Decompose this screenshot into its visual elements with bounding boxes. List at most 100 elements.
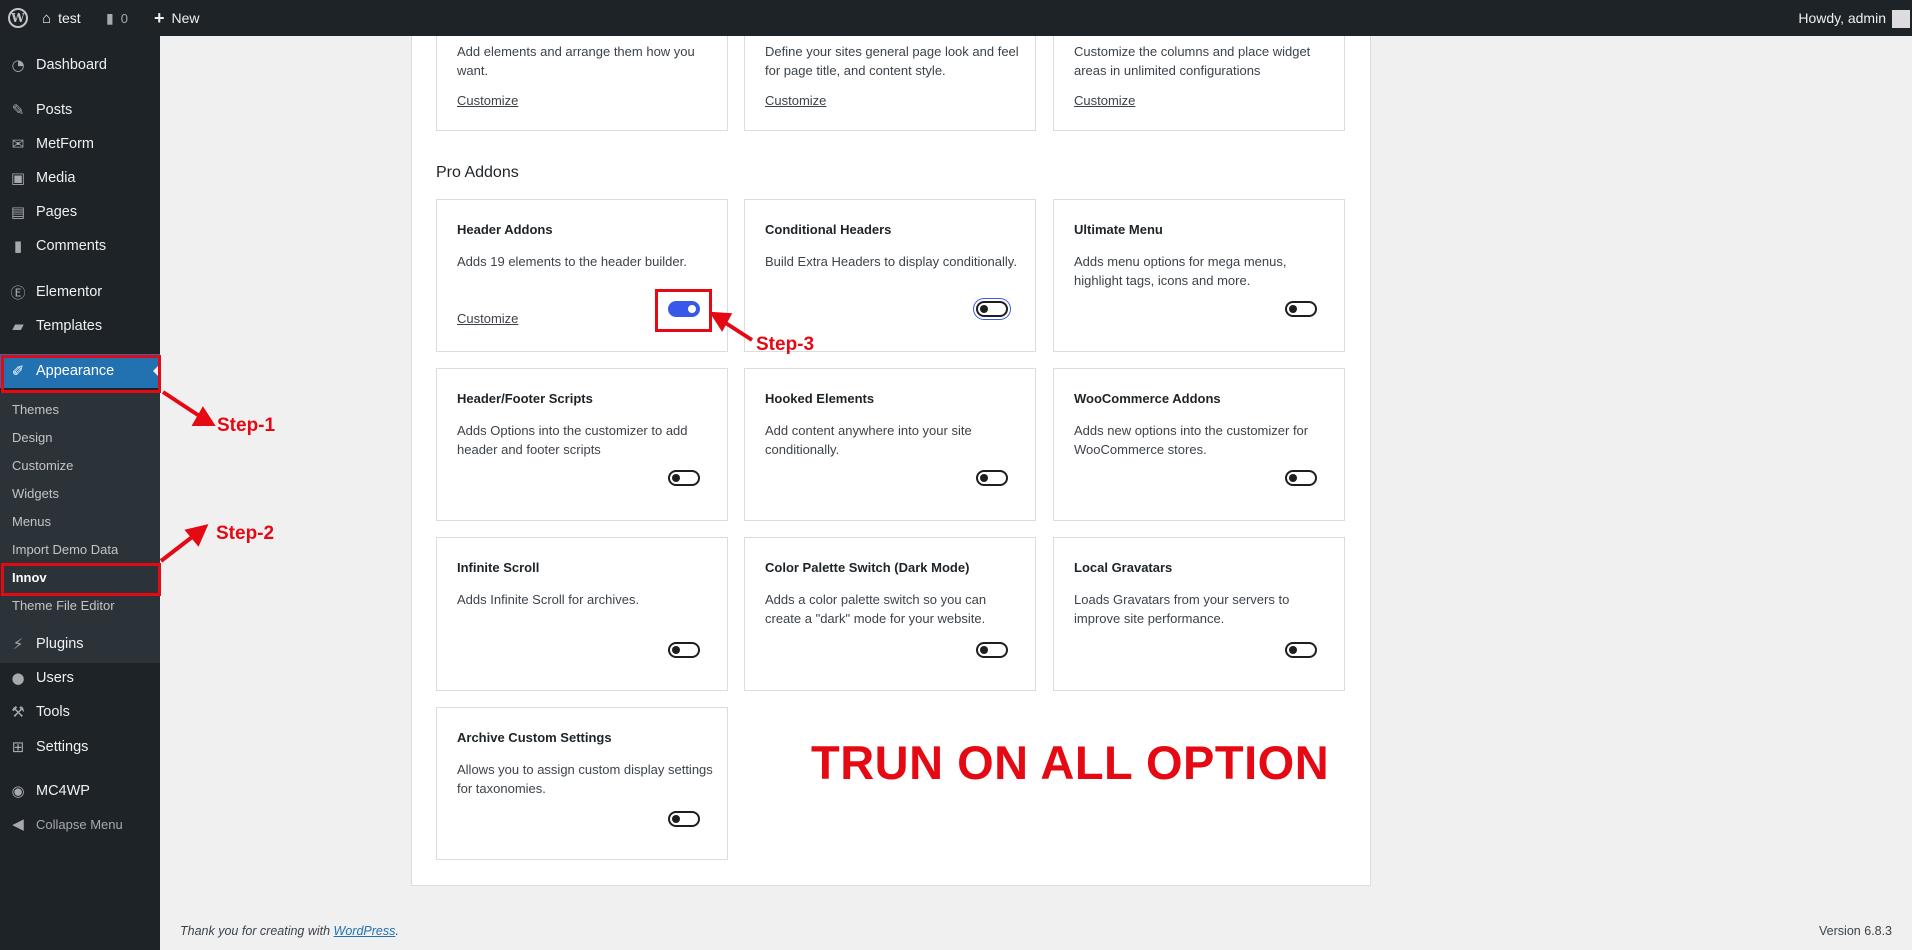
footer-version: Version 6.8.3 xyxy=(1819,924,1892,938)
menu-comments[interactable]: ▮ Comments xyxy=(0,229,160,263)
step1-label: Step-1 xyxy=(217,415,276,436)
hooked-elements-toggle[interactable] xyxy=(976,470,1008,486)
customize-link[interactable]: Customize xyxy=(765,93,826,108)
addon-card-woocommerce-addons: WooCommerce Addons Adds new options into… xyxy=(1053,368,1345,521)
menu-tools[interactable]: ⚒ Tools xyxy=(0,695,160,729)
folder-icon: ▰ xyxy=(12,317,24,335)
menu-posts[interactable]: ✎ Posts xyxy=(0,93,160,127)
footer-thanks-suffix: . xyxy=(395,924,399,938)
step2-label: Step-2 xyxy=(216,523,275,544)
card-description: Customize the columns and place widget a… xyxy=(1074,44,1311,78)
submenu-theme-file-editor[interactable]: Theme File Editor xyxy=(12,594,115,616)
site-name: test xyxy=(58,10,81,26)
menu-elementor[interactable]: Ⓔ Elementor xyxy=(0,275,160,309)
addon-title: Hooked Elements xyxy=(765,391,875,406)
account-menu[interactable]: Howdy, admin xyxy=(1798,0,1886,36)
header-footer-scripts-toggle[interactable] xyxy=(668,470,700,486)
addon-description: Adds 19 elements to the header builder. xyxy=(457,254,687,269)
customize-link[interactable]: Customize xyxy=(1074,93,1135,108)
form-icon: ✉ xyxy=(11,135,25,153)
customize-link[interactable]: Customize xyxy=(457,311,518,326)
module-card: Customize the columns and place widget a… xyxy=(1053,36,1345,131)
addon-title: Header/Footer Scripts xyxy=(457,391,593,406)
menu-metform[interactable]: ✉ MetForm xyxy=(0,127,160,161)
addon-title: Color Palette Switch (Dark Mode) xyxy=(765,560,970,575)
plus-icon: + xyxy=(154,7,165,28)
customize-link[interactable]: Customize xyxy=(457,93,518,108)
addon-description: Adds Options into the customizer to add … xyxy=(457,423,688,457)
menu-templates[interactable]: ▰ Templates xyxy=(0,309,160,343)
addon-card-conditional-headers: Conditional Headers Build Extra Headers … xyxy=(744,199,1036,352)
addon-card-archive-custom-settings: Archive Custom Settings Allows you to as… xyxy=(436,707,728,860)
pages-icon: ▤ xyxy=(10,203,26,221)
submenu-widgets[interactable]: Widgets xyxy=(12,482,59,504)
new-content-link[interactable]: + New xyxy=(154,0,200,36)
wordpress-link[interactable]: WordPress xyxy=(334,924,396,938)
addon-title: Conditional Headers xyxy=(765,222,892,237)
menu-label: MetForm xyxy=(36,136,94,152)
infinite-scroll-toggle[interactable] xyxy=(668,642,700,658)
addon-description: Adds new options into the customizer for… xyxy=(1074,423,1309,457)
card-description: Define your sites general page look and … xyxy=(765,44,1019,78)
addon-card-local-gravatars: Local Gravatars Loads Gravatars from you… xyxy=(1053,537,1345,691)
menu-media[interactable]: ▣ Media xyxy=(0,161,160,195)
menu-pages[interactable]: ▤ Pages xyxy=(0,195,160,229)
woocommerce-addons-toggle[interactable] xyxy=(1285,470,1317,486)
addon-description: Add content anywhere into your site cond… xyxy=(765,423,972,457)
menu-label: Elementor xyxy=(36,284,103,300)
local-gravatars-toggle[interactable] xyxy=(1285,642,1317,658)
addon-card-header-footer-scripts: Header/Footer Scripts Adds Options into … xyxy=(436,368,728,521)
submenu-import-demo-data[interactable]: Import Demo Data xyxy=(12,538,118,560)
submenu-menus[interactable]: Menus xyxy=(12,510,51,532)
addon-title: Ultimate Menu xyxy=(1074,222,1163,237)
submenu-themes[interactable]: Themes xyxy=(12,398,59,420)
addon-card-infinite-scroll: Infinite Scroll Adds Infinite Scroll for… xyxy=(436,537,728,691)
menu-label: Tools xyxy=(36,704,70,720)
user-icon: ● xyxy=(11,669,25,687)
menu-label: MC4WP xyxy=(36,783,90,799)
wrench-icon: ⚒ xyxy=(11,703,25,721)
addon-title: Infinite Scroll xyxy=(457,560,540,575)
addon-card-hooked-elements: Hooked Elements Add content anywhere int… xyxy=(744,368,1036,521)
step1-highlight-box xyxy=(1,355,161,393)
settings-icon: ⊞ xyxy=(11,738,25,756)
collapse-menu-button[interactable]: ◀ Collapse Menu xyxy=(0,807,160,841)
addon-card-ultimate-menu: Ultimate Menu Adds menu options for mega… xyxy=(1053,199,1345,352)
wordpress-logo-icon[interactable]: W xyxy=(8,8,28,28)
addon-description: Adds Infinite Scroll for archives. xyxy=(457,592,640,607)
module-card: Add elements and arrange them how you wa… xyxy=(436,36,728,131)
menu-plugins[interactable]: ⚡ Plugins xyxy=(0,627,160,661)
step1-arrowhead xyxy=(191,406,216,426)
submenu-design[interactable]: Design xyxy=(12,426,52,448)
archive-custom-settings-toggle[interactable] xyxy=(668,811,700,827)
submenu-customize[interactable]: Customize xyxy=(12,454,73,476)
menu-settings[interactable]: ⊞ Settings xyxy=(0,730,160,764)
color-palette-switch-toggle[interactable] xyxy=(976,642,1008,658)
module-card: Define your sites general page look and … xyxy=(744,36,1036,131)
site-name-link[interactable]: ⌂ test xyxy=(42,0,81,36)
admin-bar: W ⌂ test ▮ 0 + New Howdy, admin xyxy=(0,0,1912,36)
home-icon: ⌂ xyxy=(42,9,52,27)
menu-dashboard[interactable]: ◔ Dashboard xyxy=(0,48,160,82)
avatar[interactable] xyxy=(1892,10,1910,28)
addon-description: Adds a color palette switch so you can c… xyxy=(765,592,987,626)
comments-link[interactable]: ▮ 0 xyxy=(106,0,128,36)
addon-description: Build Extra Headers to display condition… xyxy=(765,254,1017,269)
howdy-text: Howdy, admin xyxy=(1798,10,1886,26)
menu-mc4wp[interactable]: ◉ MC4WP xyxy=(0,774,160,808)
menu-label: Collapse Menu xyxy=(36,816,123,832)
elementor-icon: Ⓔ xyxy=(10,283,26,302)
mc4wp-icon: ◉ xyxy=(11,782,25,800)
media-icon: ▣ xyxy=(10,169,26,187)
plugin-icon: ⚡ xyxy=(12,635,24,653)
ultimate-menu-toggle[interactable] xyxy=(1285,301,1317,317)
addon-title: Header Addons xyxy=(457,222,553,237)
admin-sidebar: ◔ Dashboard ✎ Posts ✉ MetForm ▣ Media ▤ Pages… xyxy=(0,36,160,950)
footer-thanks-prefix: Thank you for creating with xyxy=(180,924,334,938)
menu-users[interactable]: ● Users xyxy=(0,661,160,695)
pro-addons-heading: Pro Addons xyxy=(436,164,519,181)
comment-bubble-icon: ▮ xyxy=(106,9,114,26)
conditional-headers-toggle[interactable] xyxy=(976,301,1008,317)
menu-label: Posts xyxy=(36,102,73,118)
dashboard-icon: ◔ xyxy=(11,56,25,74)
